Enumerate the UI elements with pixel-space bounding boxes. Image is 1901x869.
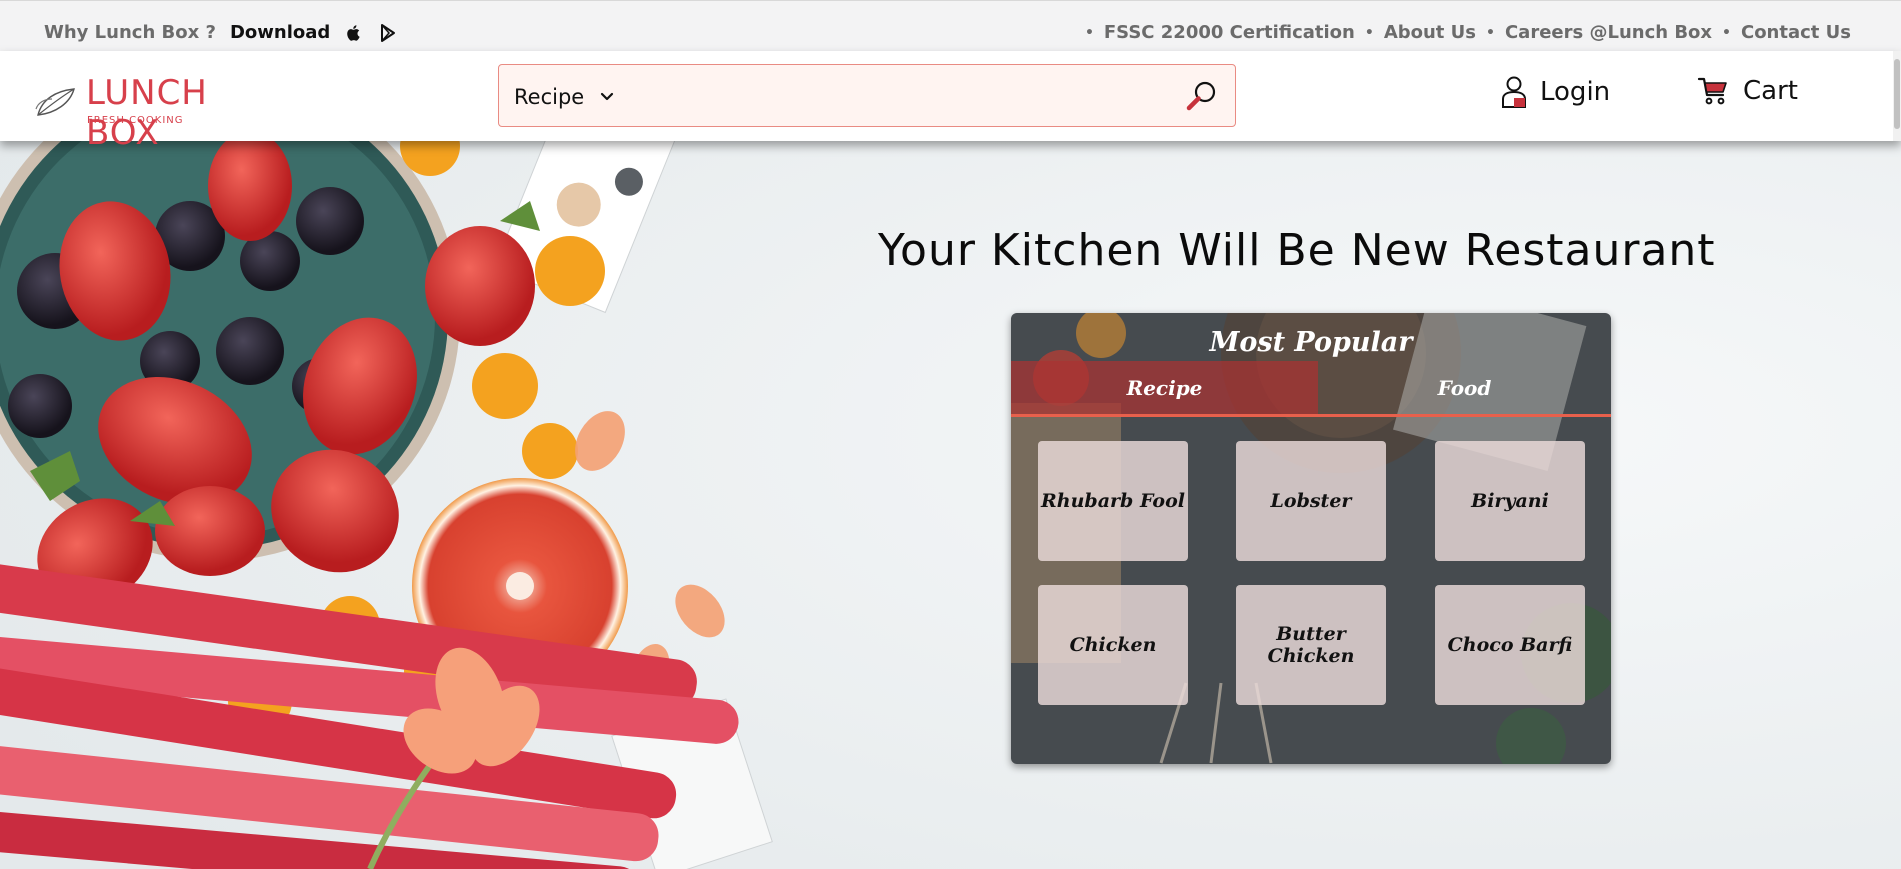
top-bar-left: Why Lunch Box ? Download (44, 22, 398, 43)
bullet: • (1084, 24, 1094, 41)
apple-icon[interactable] (344, 23, 364, 43)
popular-item-butter-chicken[interactable]: Butter Chicken (1236, 585, 1386, 705)
tab-food[interactable]: Food (1318, 361, 1611, 414)
top-info-bar: Why Lunch Box ? Download • FSSC 22000 Ce… (0, 0, 1901, 51)
search-category-select[interactable]: Recipe (514, 85, 614, 109)
scrollbar-thumb[interactable] (1894, 59, 1900, 129)
most-popular-title: Most Popular (1209, 327, 1413, 358)
brand-name: LUNCH BOX (86, 73, 208, 153)
hero-headline: Your Kitchen Will Be New Restaurant (878, 225, 1716, 276)
tab-recipe[interactable]: Recipe (1011, 361, 1318, 414)
download-label: Download (229, 22, 331, 43)
brand-tagline: FRESH COOKING (87, 115, 184, 126)
logo[interactable]: LUNCH BOX FRESH COOKING (34, 71, 224, 153)
popular-item-rhubarb-fool[interactable]: Rhubarb Fool (1038, 441, 1188, 561)
user-icon (1502, 76, 1526, 108)
most-popular-panel: Most Popular Recipe Food Rhubarb Fool Lo… (1011, 313, 1611, 764)
cart-button[interactable]: Cart (1697, 75, 1798, 107)
chevron-down-icon (601, 92, 614, 101)
popular-tabs: Recipe Food (1011, 361, 1611, 417)
contact-us-link[interactable]: Contact Us (1741, 22, 1851, 43)
bullet: • (1486, 24, 1495, 41)
main-header: LUNCH BOX FRESH COOKING Recipe Login Car… (0, 51, 1901, 153)
google-play-icon[interactable] (378, 23, 398, 43)
careers-link[interactable]: Careers @Lunch Box (1505, 22, 1712, 43)
popular-item-chicken[interactable]: Chicken (1038, 585, 1188, 705)
login-label: Login (1540, 77, 1611, 107)
cart-icon (1697, 77, 1727, 105)
top-bar-links: • FSSC 22000 Certification • About Us • … (1075, 22, 1851, 43)
search-category-value: Recipe (514, 85, 585, 109)
fssc-certification-link[interactable]: FSSC 22000 Certification (1104, 22, 1355, 43)
cart-label: Cart (1743, 76, 1798, 106)
search-icon[interactable] (1185, 79, 1219, 113)
search-bar[interactable]: Recipe (498, 64, 1236, 127)
why-lunch-box-link[interactable]: Why Lunch Box ? (44, 22, 216, 43)
login-button[interactable]: Login (1500, 75, 1610, 109)
leaf-icon (35, 88, 75, 116)
popular-item-lobster[interactable]: Lobster (1236, 441, 1386, 561)
popular-item-choco-barfi[interactable]: Choco Barfi (1435, 585, 1585, 705)
bullet: • (1364, 24, 1374, 41)
about-us-link[interactable]: About Us (1384, 22, 1476, 43)
bullet: • (1722, 24, 1731, 41)
hero-section: Your Kitchen Will Be New Restaurant Most… (0, 141, 1901, 869)
page-scrollbar[interactable] (1893, 51, 1901, 141)
popular-item-biryani[interactable]: Biryani (1435, 441, 1585, 561)
